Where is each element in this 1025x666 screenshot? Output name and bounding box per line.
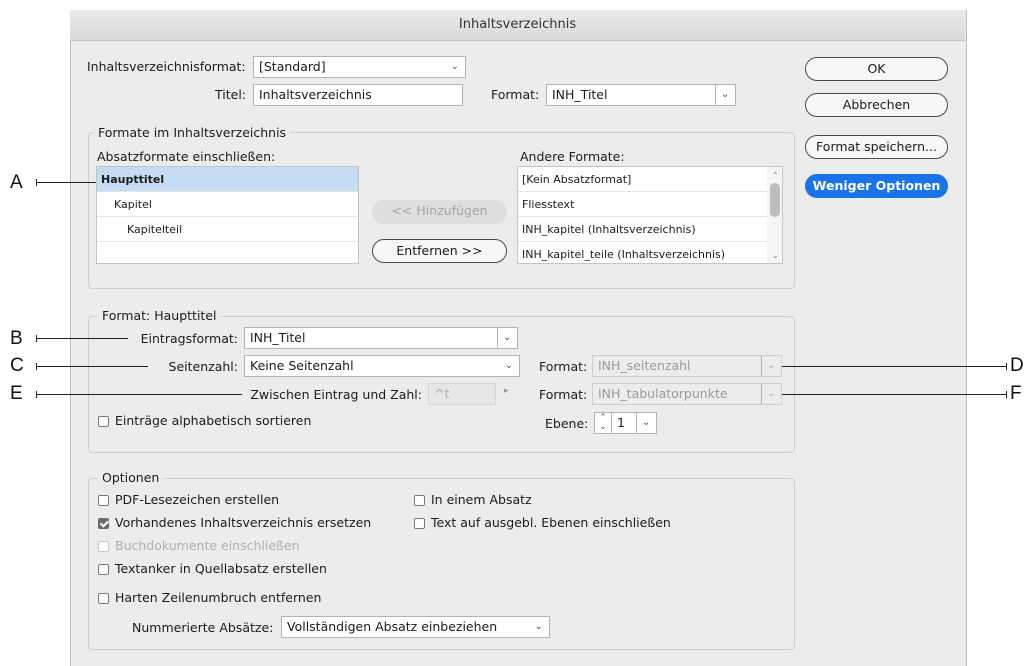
pdf-bookmarks-checkbox[interactable]: PDF-Lesezeichen erstellen [98,492,279,508]
sort-alphabetically-label: Einträge alphabetisch sortieren [115,413,312,428]
replace-existing-checkbox[interactable]: Vorhandenes Inhaltsverzeichnis ersetzen [98,515,371,531]
pdf-bookmarks-label: PDF-Lesezeichen erstellen [115,492,280,507]
checkbox-icon[interactable] [98,495,109,506]
text-anchor-checkbox[interactable]: Textanker in Quellabsatz erstellen [98,561,327,577]
cancel-button[interactable]: Abbrechen [805,93,948,117]
toc-format-label: Inhaltsverzeichnisformat: [87,59,246,74]
entry-style-label: Eintragsformat: [140,331,238,346]
list-item[interactable]: Fliesstext [518,192,782,217]
titel-label: Titel: [215,87,246,102]
titel-format-dropdown[interactable]: INH_Titel ⌄ [546,84,736,106]
callout-line-f [782,394,1007,395]
numbered-paragraphs-label: Nummerierte Absätze: [132,620,274,635]
format-group-legend: Format: Haupttitel [98,308,221,324]
page-number-value: Keine Seitenzahl [250,358,354,373]
between-format-label: Format: [539,387,588,402]
numbered-paragraphs-value: Vollständigen Absatz einbeziehen [287,619,498,634]
fewer-options-button[interactable]: Weniger Optionen [805,174,948,198]
list-item[interactable]: Haupttitel [97,167,358,192]
level-value: 1 [617,415,625,430]
hidden-layers-checkbox[interactable]: Text auf ausgebl. Ebenen einschließen [414,515,671,531]
callout-line-a [36,182,96,183]
other-styles-list[interactable]: [Kein Absatzformat] Fliesstext INH_kapit… [517,166,783,264]
scroll-up-icon[interactable]: ⌃ [772,171,779,180]
checkbox-icon[interactable] [98,564,109,575]
hidden-layers-label: Text auf ausgebl. Ebenen einschließen [431,515,671,530]
chevron-down-icon: ⌄ [715,85,735,105]
ok-button[interactable]: OK [805,57,948,81]
list-item[interactable] [97,242,358,263]
sort-alphabetically-checkbox[interactable]: Einträge alphabetisch sortieren [98,413,311,429]
window-title: Inhaltsverzeichnis [70,10,965,41]
entry-style-value: INH_Titel [250,330,306,345]
between-format-dropdown[interactable]: INH_tabulatorpunkte ⌄ [592,383,782,405]
formats-group-legend: Formate im Inhaltsverzeichnis [94,125,291,141]
callout-line-b [36,338,128,339]
list-item[interactable]: INH_kapitel (Inhaltsverzeichnis) [518,217,782,242]
replace-existing-label: Vorhandenes Inhaltsverzeichnis ersetzen [115,515,372,530]
checkbox-checked-icon[interactable] [98,518,109,529]
callout-c: C [10,355,24,376]
level-dropdown[interactable]: 1 ⌄ [611,412,657,434]
between-format-value: INH_tabulatorpunkte [598,386,728,401]
checkbox-icon[interactable] [98,541,109,552]
callout-d: D [1010,355,1024,376]
chevron-down-icon: ⌄ [450,61,459,72]
scroll-down-icon[interactable]: ⌄ [772,251,779,260]
callout-f: F [1010,383,1022,404]
level-label: Ebene: [545,416,589,431]
include-styles-label: Absatzformate einschließen: [97,149,276,164]
callout-a: A [10,172,23,193]
chevron-down-icon: ⌄ [761,384,781,404]
scroll-thumb[interactable] [770,183,780,217]
page-format-label: Format: [539,359,588,374]
run-in-checkbox[interactable]: In einem Absatz [414,492,532,508]
page-number-label: Seitenzahl: [168,359,238,374]
book-documents-checkbox[interactable]: Buchdokumente einschließen [98,538,300,554]
add-button[interactable]: << Hinzufügen [372,200,507,224]
checkbox-icon[interactable] [414,518,425,529]
callout-line-e [36,394,242,395]
other-styles-label: Andere Formate: [520,149,625,164]
page-number-dropdown[interactable]: Keine Seitenzahl ⌄ [244,355,520,377]
chevron-down-icon: ⌄ [761,356,781,376]
included-styles-list[interactable]: Haupttitel Kapitel Kapitelteil [96,166,359,264]
list-item[interactable]: INH_kapitel_teile (Inhaltsverzeichnis) [518,242,782,263]
callout-line-c [36,366,148,367]
run-in-label: In einem Absatz [431,492,532,507]
between-label: Zwischen Eintrag und Zahl: [250,387,422,402]
remove-breaks-checkbox[interactable]: Harten Zeilenumbruch entfernen [98,590,321,606]
list-item[interactable]: [Kein Absatzformat] [518,167,782,192]
save-format-button[interactable]: Format speichern... [805,135,948,159]
titel-format-value: INH_Titel [552,87,608,102]
checkbox-icon[interactable] [98,593,109,604]
chevron-down-icon: ⌄ [497,328,517,348]
callout-b: B [10,328,23,349]
numbered-paragraphs-dropdown[interactable]: Vollständigen Absatz einbeziehen ⌄ [281,616,550,638]
callout-e: E [10,383,23,404]
chevron-down-icon: ⌄ [534,621,543,632]
list-item[interactable]: Kapitelteil [97,217,358,242]
text-anchor-label: Textanker in Quellabsatz erstellen [115,561,327,576]
arrow-right-icon[interactable]: ▸ [504,386,509,396]
options-group-legend: Optionen [98,470,164,486]
between-input[interactable]: ^t [428,383,496,405]
entry-style-dropdown[interactable]: INH_Titel ⌄ [244,327,518,349]
page-format-dropdown[interactable]: INH_seitenzahl ⌄ [592,355,782,377]
chevron-down-icon: ⌄ [636,413,656,433]
remove-button[interactable]: Entfernen >> [372,239,507,263]
chevron-down-icon: ⌄ [504,360,513,371]
toc-format-dropdown[interactable]: [Standard] ⌄ [253,56,466,78]
book-documents-label: Buchdokumente einschließen [115,538,300,553]
toc-format-value: [Standard] [259,59,326,74]
page-format-value: INH_seitenzahl [598,358,691,373]
titel-format-label: Format: [491,87,540,102]
callout-line-d [782,366,1007,367]
level-stepper[interactable]: ⌃ ⌄ [594,412,612,434]
checkbox-icon[interactable] [98,416,109,427]
titel-input[interactable]: Inhaltsverzeichnis [253,84,463,106]
remove-breaks-label: Harten Zeilenumbruch entfernen [115,590,322,605]
list-item[interactable]: Kapitel [97,192,358,217]
checkbox-icon[interactable] [414,495,425,506]
